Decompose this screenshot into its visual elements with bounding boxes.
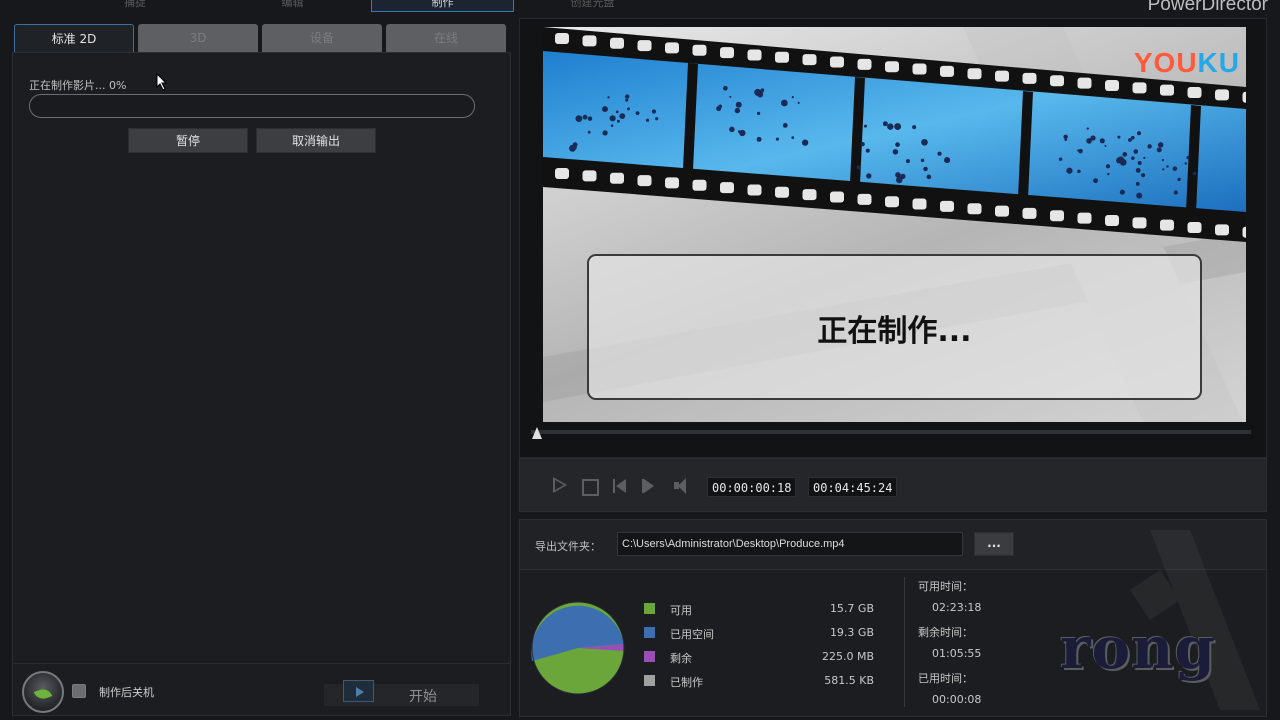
legend-swatch (644, 603, 655, 614)
export-panel: 导出文件夹： C:\Users\Administrator\Desktop\Pr… (519, 519, 1267, 717)
cancel-output-button[interactable]: 取消输出 (256, 128, 376, 153)
tab-device[interactable]: 设备 (262, 24, 382, 52)
legend-swatch (644, 675, 655, 686)
available-time-label: 可用时间： (918, 580, 973, 593)
stop-icon[interactable] (579, 476, 599, 496)
export-folder-label: 导出文件夹： (535, 540, 601, 553)
nav-produce[interactable]: 制作 (371, 0, 514, 12)
nav-capture[interactable]: 捕捉 (70, 0, 200, 12)
legend-label: 已用空间 (670, 628, 714, 641)
preview-video: YOUKU 正在制作... (543, 27, 1246, 422)
nav-create-disc[interactable]: 创建光盘 (525, 0, 660, 12)
legend-value: 19.3 GB (829, 626, 874, 639)
total-timecode: 00:04:45:24 (808, 477, 898, 497)
start-button-label: 开始 (409, 689, 437, 705)
timeline-scrubber[interactable] (531, 430, 1251, 434)
elapsed-time-value: 00:00:08 (932, 693, 982, 706)
legend-label: 可用 (670, 604, 692, 617)
legend-value: 15.7 GB (829, 602, 874, 615)
legend-used: 已用空间 19.3 GB (644, 626, 874, 641)
shutdown-after-checkbox[interactable] (72, 684, 86, 698)
remaining-time-label: 剩余时间： (918, 626, 973, 639)
scrubber-handle[interactable] (532, 427, 542, 439)
pause-button[interactable]: 暂停 (128, 128, 248, 153)
start-button[interactable]: 开始 (324, 680, 479, 706)
remaining-time-value: 01:05:55 (932, 647, 982, 660)
app-title: PowerDirector (1147, 0, 1268, 15)
elapsed-time-label: 已用时间： (918, 672, 973, 685)
legend-value: 581.5 KB (824, 674, 874, 687)
export-path-field[interactable]: C:\Users\Administrator\Desktop\Produce.m… (617, 532, 963, 556)
legend-swatch (644, 651, 655, 662)
production-panel: 正在制作影片... 0% 暂停 取消输出 制作后关机 开始 (12, 52, 511, 716)
youku-watermark: YOUKU (1133, 47, 1240, 78)
player-controls: 00:00:00:18 00:04:45:24 (519, 458, 1267, 512)
mouse-cursor-icon (156, 73, 168, 91)
legend-swatch (644, 627, 655, 638)
play-icon[interactable] (550, 476, 570, 496)
legend-value: 225.0 MB (821, 650, 874, 663)
volume-icon[interactable] (671, 476, 691, 496)
current-timecode: 00:00:00:18 (707, 477, 797, 497)
tab-standard-2d[interactable]: 标准 2D (14, 24, 134, 52)
legend-available: 可用 15.7 GB (644, 602, 874, 617)
legend-label: 已制作 (670, 676, 703, 689)
legend-remaining: 剩余 225.0 MB (644, 650, 874, 665)
bottom-bar: 制作后关机 开始 (13, 663, 510, 715)
production-progress-bar (29, 94, 475, 118)
tab-online[interactable]: 在线 (386, 24, 506, 52)
available-time-value: 02:23:18 (932, 601, 982, 614)
rong-overlay-caption: rong (1060, 614, 1216, 682)
powerdirector-logo-icon (22, 671, 64, 713)
producing-overlay-box: 正在制作... (587, 254, 1202, 400)
tab-3d[interactable]: 3D (138, 24, 258, 52)
legend-label: 剩余 (670, 652, 692, 665)
disk-usage-pie-chart (531, 601, 625, 695)
produce-play-icon (343, 680, 374, 702)
top-nav: 捕捉 编辑 制作 创建光盘 PowerDirector (0, 0, 1280, 15)
producing-overlay-text: 正在制作... (817, 314, 972, 349)
production-status: 正在制作影片... 0% (29, 79, 127, 92)
shutdown-after-label: 制作后关机 (99, 686, 154, 699)
output-format-tabs: 标准 2D 3D 设备 在线 (14, 24, 508, 52)
browse-button[interactable]: ... (974, 532, 1014, 556)
divider (904, 577, 905, 707)
nav-edit[interactable]: 编辑 (230, 0, 355, 12)
legend-produced: 已制作 581.5 KB (644, 674, 874, 689)
previous-frame-icon[interactable] (610, 476, 630, 496)
next-frame-icon[interactable] (639, 476, 659, 496)
